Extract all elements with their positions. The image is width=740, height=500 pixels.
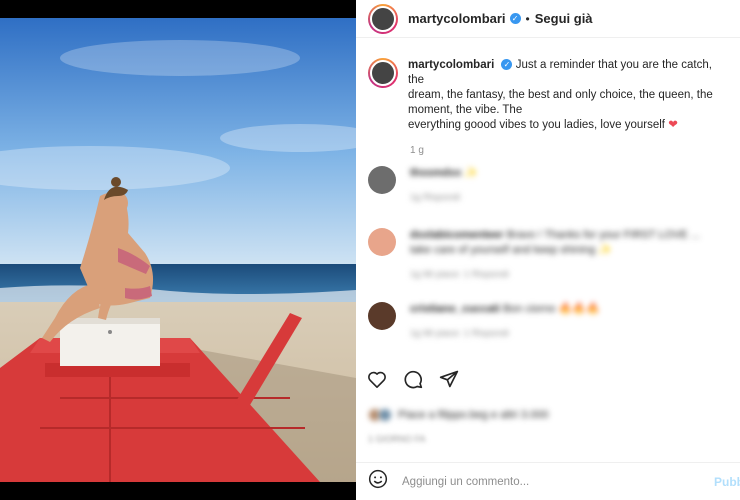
caption-time: 1 g [410, 145, 424, 156]
following-button[interactable]: Segui già [535, 11, 593, 26]
caption-verified-icon: ✓ [501, 59, 513, 71]
comment-avatar[interactable] [368, 166, 396, 194]
caption-text-4: everything goood vibes to you ladies, lo… [408, 119, 665, 131]
comment-username[interactable]: cristiano_cuccati [410, 303, 500, 315]
like-heart-icon[interactable] [366, 368, 388, 390]
author-avatar[interactable] [368, 3, 398, 34]
share-paper-plane-icon[interactable] [438, 368, 460, 390]
comment-item: cristiano_cuccati Bon ciorno 🔥🔥🔥 1g Mi p… [356, 302, 740, 341]
comment-text: Bon ciorno 🔥🔥🔥 [502, 303, 600, 315]
likes-summary[interactable]: Piace a filippo.beg e altri 3.000 [368, 408, 548, 422]
smile-emoji-icon[interactable] [368, 469, 388, 494]
publish-button[interactable]: Pubblica [714, 475, 740, 489]
post-side-panel: martycolombari ✓ • Segui già martycolomb… [356, 0, 740, 500]
post-caption: martycolombari ✓ Just a reminder that yo… [356, 46, 740, 133]
liker-avatar [378, 408, 392, 422]
comment-text: ✨ [464, 167, 479, 179]
comment-bubble-icon[interactable] [402, 368, 424, 390]
verified-badge-icon: ✓ [509, 13, 521, 24]
author-username[interactable]: martycolombari [408, 11, 506, 26]
beach-photo [0, 18, 356, 482]
comment-meta[interactable]: 1g Rispondi [410, 190, 478, 205]
comment-username[interactable]: dxxlabicomenteer [410, 229, 504, 241]
comment-input[interactable] [402, 475, 672, 488]
comment-avatar[interactable] [368, 228, 396, 256]
caption-username[interactable]: martycolombari [408, 59, 494, 71]
comment-item: thssmdxx ✨ 1g Rispondi [356, 166, 740, 205]
comments-list[interactable]: martycolombari ✓ Just a reminder that yo… [356, 46, 740, 358]
post-header: martycolombari ✓ • Segui già [356, 0, 740, 38]
comment-meta[interactable]: 1g Mi piace: 1 Rispondi [410, 326, 600, 341]
post-actions [366, 368, 460, 390]
red-heart-icon: ❤ [668, 119, 678, 131]
post-photo[interactable] [0, 0, 356, 500]
caption-text-2: dream, the fantasy, the best and only ch… [408, 89, 713, 101]
comment-meta[interactable]: 1g Mi piace: 1 Rispondi [410, 267, 720, 282]
comment-username[interactable]: thssmdxx [410, 167, 461, 179]
instagram-post-view: martycolombari ✓ • Segui già martycolomb… [0, 0, 740, 500]
post-date: 1 GIORNO FA [368, 434, 426, 444]
comment-item: dxxlabicomenteer Bravo ! Thanks for your… [356, 228, 740, 282]
caption-avatar[interactable] [368, 58, 398, 88]
add-comment-bar: Pubblica [356, 462, 740, 500]
header-separator: • [525, 11, 530, 26]
caption-text-3: moment, the vibe. The [408, 104, 523, 116]
comment-avatar[interactable] [368, 302, 396, 330]
likes-text: Piace a filippo.beg e altri 3.000 [398, 409, 549, 421]
